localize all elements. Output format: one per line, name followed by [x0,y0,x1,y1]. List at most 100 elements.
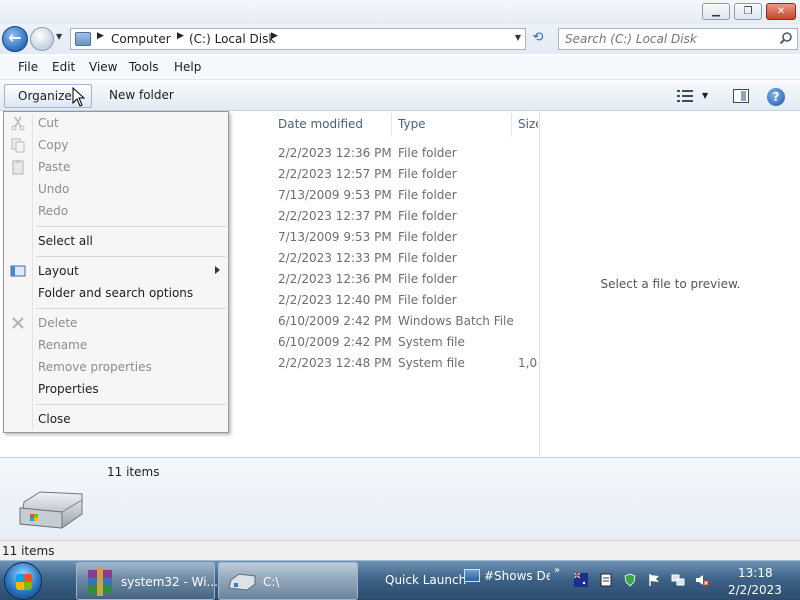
breadcrumb-arrow-icon[interactable]: ▶ [97,31,104,41]
views-icon[interactable] [677,90,693,102]
address-bar[interactable]: ▶ Computer ▶ (C:) Local Disk ▶ ▼ [70,28,526,50]
row-date: 2/2/2023 12:33 PM [278,251,392,265]
chevron-right-icon[interactable]: » [554,565,560,576]
menu-item-rename[interactable]: Rename [4,334,228,356]
menu-bar: File Edit View Tools Help [0,56,800,80]
recent-pages-dropdown[interactable]: ▼ [56,32,62,41]
column-type[interactable]: Type [398,117,426,131]
menu-edit[interactable]: Edit [52,60,75,74]
computer-icon [75,32,91,46]
row-date: 6/10/2009 2:42 PM [278,314,392,328]
menu-item-undo[interactable]: Undo [4,178,228,200]
status-item-count: 11 items [2,544,55,558]
breadcrumb-arrow-icon[interactable]: ▶ [177,31,184,41]
column-divider[interactable] [511,113,512,137]
winrar-icon [88,568,112,596]
help-icon[interactable]: ? [767,88,785,106]
preview-pane-icon[interactable] [733,89,749,103]
row-type: System file [398,335,465,349]
search-icon[interactable] [779,31,793,45]
clock-time[interactable]: 13:18 [738,566,773,580]
row-type: File folder [398,230,457,244]
start-button[interactable] [4,562,42,600]
menu-help[interactable]: Help [174,60,201,74]
menu-item-label: Cut [38,116,59,130]
forward-button[interactable] [30,27,54,51]
row-date: 2/2/2023 12:37 PM [278,209,392,223]
new-folder-button[interactable]: New folder [109,88,174,102]
drive-icon [228,573,256,591]
copy-icon [11,138,25,153]
column-divider[interactable] [391,113,392,137]
row-date: 7/13/2009 9:53 PM [278,230,392,244]
row-type: File folder [398,272,457,286]
menu-separator [36,404,226,405]
taskbar-item-system32[interactable]: system32 - Wi... [76,562,218,600]
taskbar-item-label: system32 - Wi... [121,575,218,589]
quick-launch-label[interactable]: Quick Launch [385,573,466,587]
row-type: File folder [398,146,457,160]
menu-item-label: Delete [38,316,78,330]
menu-item-close[interactable]: Close [4,408,228,430]
row-type: System file [398,356,465,370]
document-icon[interactable] [599,573,613,587]
menu-item-label: Rename [38,338,88,352]
menu-item-select-all[interactable]: Select all [4,230,228,252]
menu-item-properties[interactable]: Properties [4,378,228,400]
search-input[interactable] [559,29,769,49]
title-bar: ▁ ❐ ✕ [0,0,800,24]
breadcrumb-arrow-icon[interactable]: ▶ [271,31,278,41]
menu-separator [36,256,226,257]
column-size[interactable]: Size [518,117,538,131]
network-icon[interactable] [671,573,685,587]
refresh-button[interactable]: ⟲ [528,30,548,48]
taskbar-item-c-drive[interactable]: C:\ [218,562,358,600]
menu-item-remove-properties[interactable]: Remove properties [4,356,228,378]
row-date: 7/13/2009 9:53 PM [278,188,392,202]
row-size: 1,04 [518,356,538,370]
maximize-button[interactable]: ❐ [734,3,762,20]
preview-pane: Select a file to preview. [539,111,800,456]
menu-item-label: Folder and search options [38,286,194,300]
menu-item-redo[interactable]: Redo [4,200,228,222]
menu-item-paste[interactable]: Paste [4,156,228,178]
menu-item-delete[interactable]: Delete [4,312,228,334]
menu-view[interactable]: View [89,60,117,74]
row-date: 2/2/2023 12:48 PM [278,356,392,370]
show-desktop-label[interactable]: #Shows Desk [484,569,550,583]
column-date-modified[interactable]: Date modified [278,117,363,131]
views-dropdown[interactable]: ▼ [702,91,708,100]
menu-file[interactable]: File [18,60,38,74]
back-button[interactable]: ← [2,26,28,52]
show-desktop-icon[interactable] [464,569,480,582]
navigation-bar: ← ▼ ▶ Computer ▶ (C:) Local Disk ▶ ▼ ⟲ [0,24,800,54]
shield-icon[interactable] [623,573,637,587]
search-box[interactable] [558,28,798,50]
explorer-window: ▁ ❐ ✕ ← ▼ ▶ Computer ▶ (C:) Local Disk ▶… [0,0,800,560]
submenu-arrow-icon [215,266,220,274]
command-bar: Organize New folder ▼ ? [0,81,800,111]
menu-item-label: Remove properties [38,360,152,374]
mouse-pointer-icon [72,87,86,107]
close-button[interactable]: ✕ [766,3,796,20]
organize-menu: Cut Copy Paste Undo Redo Select all Layo… [3,111,229,433]
status-bar: 11 items [0,540,800,560]
minimize-button[interactable]: ▁ [702,3,730,20]
menu-item-copy[interactable]: Copy [4,134,228,156]
australia-flag-icon[interactable] [574,573,588,587]
menu-item-label: Paste [38,160,71,174]
menu-tools[interactable]: Tools [129,60,159,74]
row-date: 2/2/2023 12:36 PM [278,146,392,160]
clock-date[interactable]: 2/2/2023 [728,583,782,597]
menu-item-folder-options[interactable]: Folder and search options [4,282,228,304]
breadcrumb-computer[interactable]: Computer [111,32,171,46]
menu-item-cut[interactable]: Cut [4,112,228,134]
menu-item-label: Redo [38,204,69,218]
address-dropdown[interactable]: ▼ [515,33,521,42]
menu-item-layout[interactable]: Layout [4,260,228,282]
breadcrumb-local-disk[interactable]: (C:) Local Disk [189,32,275,46]
row-type: File folder [398,188,457,202]
volume-muted-icon[interactable] [695,573,709,587]
action-center-flag-icon[interactable] [647,573,661,587]
preview-message: Select a file to preview. [600,277,741,291]
